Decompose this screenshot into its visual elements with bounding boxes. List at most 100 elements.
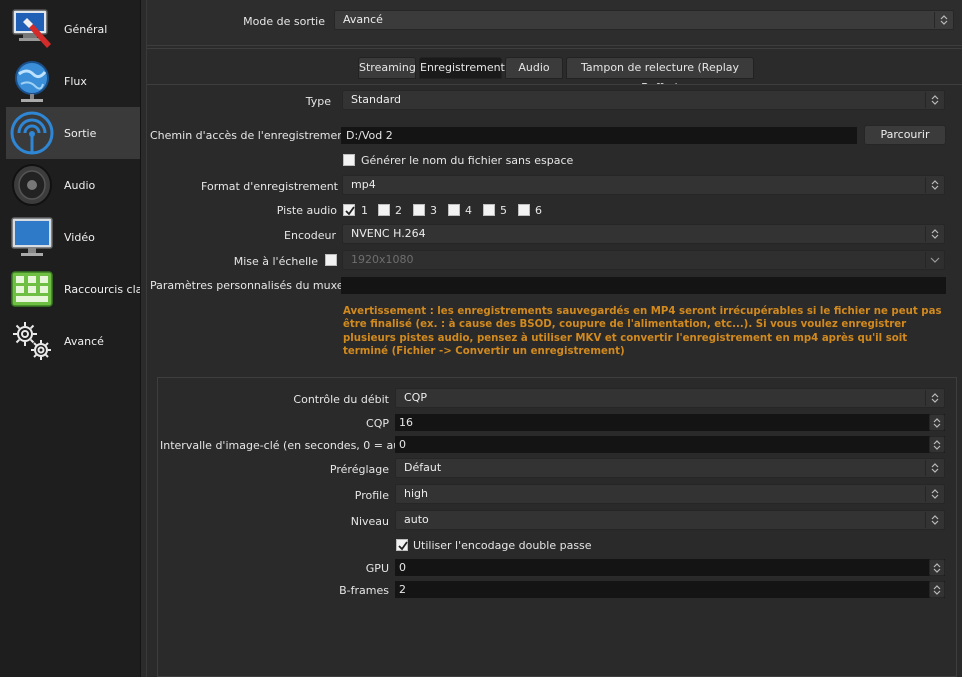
checkmark-icon — [345, 206, 355, 216]
chevron-down-icon — [925, 252, 943, 268]
updown-arrow-icon[interactable] — [929, 414, 945, 431]
cqp-spinbox[interactable]: 16 — [395, 414, 945, 431]
sidebar-item-stream[interactable]: Flux — [6, 55, 140, 107]
gpu-value: 0 — [399, 561, 406, 574]
updown-arrow-icon — [925, 512, 943, 528]
encoder-value: NVENC H.264 — [351, 227, 426, 240]
track-3-checkbox[interactable] — [413, 204, 425, 216]
track-5-checkbox[interactable] — [483, 204, 495, 216]
sidebar-item-audio[interactable]: Audio — [6, 159, 140, 211]
rescale-value: 1920x1080 — [351, 253, 414, 266]
sidebar-item-label: Sortie — [64, 126, 97, 140]
tab-streaming[interactable]: Streaming — [358, 57, 416, 79]
track-4-checkbox[interactable] — [448, 204, 460, 216]
sidebar-item-hotkeys[interactable]: Raccourcis clavier — [6, 263, 140, 315]
stream-icon — [8, 57, 56, 105]
bframes-value: 2 — [399, 583, 406, 596]
updown-arrow-icon — [925, 486, 943, 502]
monitor-icon — [8, 213, 56, 261]
bframes-spinbox[interactable]: 2 — [395, 581, 945, 598]
recording-path-label: Chemin d'accès de l'enregistrement — [150, 129, 349, 142]
speaker-icon — [8, 161, 56, 209]
general-icon — [8, 5, 56, 53]
level-label: Niveau — [350, 515, 389, 528]
tab-recording[interactable]: Enregistrement — [419, 57, 505, 79]
gears-icon — [8, 317, 56, 365]
track-4-label: 4 — [465, 204, 472, 217]
track-6-label: 6 — [535, 204, 542, 217]
updown-arrow-icon — [925, 390, 943, 406]
sidebar-item-video[interactable]: Vidéo — [6, 211, 140, 263]
gpu-spinbox[interactable]: 0 — [395, 559, 945, 576]
audio-track-label: Piste audio — [276, 204, 337, 217]
keyframe-interval-label: Intervalle d'image-clé (en secondes, 0 =… — [160, 439, 416, 452]
track-2-label: 2 — [395, 204, 402, 217]
output-mode-label: Mode de sortie — [243, 15, 325, 28]
sidebar-item-label: Audio — [64, 178, 96, 192]
preset-select[interactable]: Défaut — [395, 458, 945, 478]
track-2-checkbox[interactable] — [378, 204, 390, 216]
sidebar-item-general[interactable]: Général — [6, 3, 140, 55]
track-6-checkbox[interactable] — [518, 204, 530, 216]
output-icon — [8, 109, 56, 157]
encoder-label: Encodeur — [284, 229, 336, 242]
updown-arrow-icon — [925, 92, 943, 108]
profile-select[interactable]: high — [395, 484, 945, 504]
format-select[interactable]: mp4 — [342, 175, 945, 195]
cqp-label: CQP — [366, 417, 389, 430]
two-pass-checkbox[interactable] — [396, 539, 408, 551]
sidebar-item-output[interactable]: Sortie — [6, 107, 140, 159]
sidebar-item-label: Général — [64, 22, 108, 36]
output-mode-value: Avancé — [343, 13, 383, 26]
format-label: Format d'enregistrement — [201, 180, 338, 193]
updown-arrow-icon[interactable] — [929, 436, 945, 453]
two-pass-label: Utiliser l'encodage double passe — [413, 539, 592, 552]
rate-control-select[interactable]: CQP — [395, 388, 945, 408]
checkmark-icon — [398, 541, 408, 551]
recording-path-input[interactable]: D:/Vod 2 — [341, 127, 857, 144]
browse-button[interactable]: Parcourir — [864, 125, 946, 145]
rate-control-label: Contrôle du débit — [293, 393, 389, 406]
sidebar-item-label: Vidéo — [64, 230, 95, 244]
format-value: mp4 — [351, 178, 376, 191]
updown-arrow-icon[interactable] — [929, 559, 945, 576]
level-select[interactable]: auto — [395, 510, 945, 530]
settings-sidebar: Général Flux Sortie Audio Vidéo Raccourc… — [0, 0, 141, 677]
track-3-label: 3 — [430, 204, 437, 217]
keyframe-interval-value: 0 — [399, 438, 406, 451]
cqp-value: 16 — [399, 416, 413, 429]
tab-audio[interactable]: Audio — [505, 57, 563, 79]
keyframe-interval-spinbox[interactable]: 0 — [395, 436, 945, 453]
rescale-checkbox[interactable] — [325, 254, 337, 266]
profile-value: high — [404, 487, 428, 500]
nospace-label: Générer le nom du fichier sans espace — [361, 154, 574, 167]
updown-arrow-icon[interactable] — [929, 581, 945, 598]
muxer-label: Paramètres personnalisés du muxer — [150, 279, 349, 292]
sidebar-item-label: Flux — [64, 74, 87, 88]
updown-arrow-icon — [934, 12, 952, 28]
mp4-warning-text: Avertissement : les enregistrements sauv… — [343, 306, 942, 357]
muxer-input[interactable] — [341, 277, 946, 294]
sidebar-item-label: Avancé — [64, 334, 104, 348]
tab-replay-buffer[interactable]: Tampon de relecture (Replay Buffer) — [566, 57, 754, 94]
encoder-select[interactable]: NVENC H.264 — [342, 224, 945, 244]
updown-arrow-icon — [925, 177, 943, 193]
type-value: Standard — [351, 93, 402, 106]
type-select[interactable]: Standard — [342, 90, 945, 110]
track-5-label: 5 — [500, 204, 507, 217]
nospace-checkbox[interactable] — [343, 154, 355, 166]
rate-control-value: CQP — [404, 391, 427, 404]
type-label: Type — [305, 95, 331, 108]
level-value: auto — [404, 513, 429, 526]
updown-arrow-icon — [925, 226, 943, 242]
output-mode-select[interactable]: Avancé — [334, 10, 954, 30]
track-1-label: 1 — [361, 204, 368, 217]
rescale-select[interactable]: 1920x1080 — [342, 250, 945, 270]
updown-arrow-icon — [925, 460, 943, 476]
gpu-label: GPU — [365, 562, 389, 575]
preset-value: Défaut — [404, 461, 442, 474]
track-1-checkbox[interactable] — [343, 204, 355, 216]
profile-label: Profile — [354, 489, 389, 502]
sidebar-item-advanced[interactable]: Avancé — [6, 315, 140, 367]
keyboard-icon — [8, 265, 56, 313]
